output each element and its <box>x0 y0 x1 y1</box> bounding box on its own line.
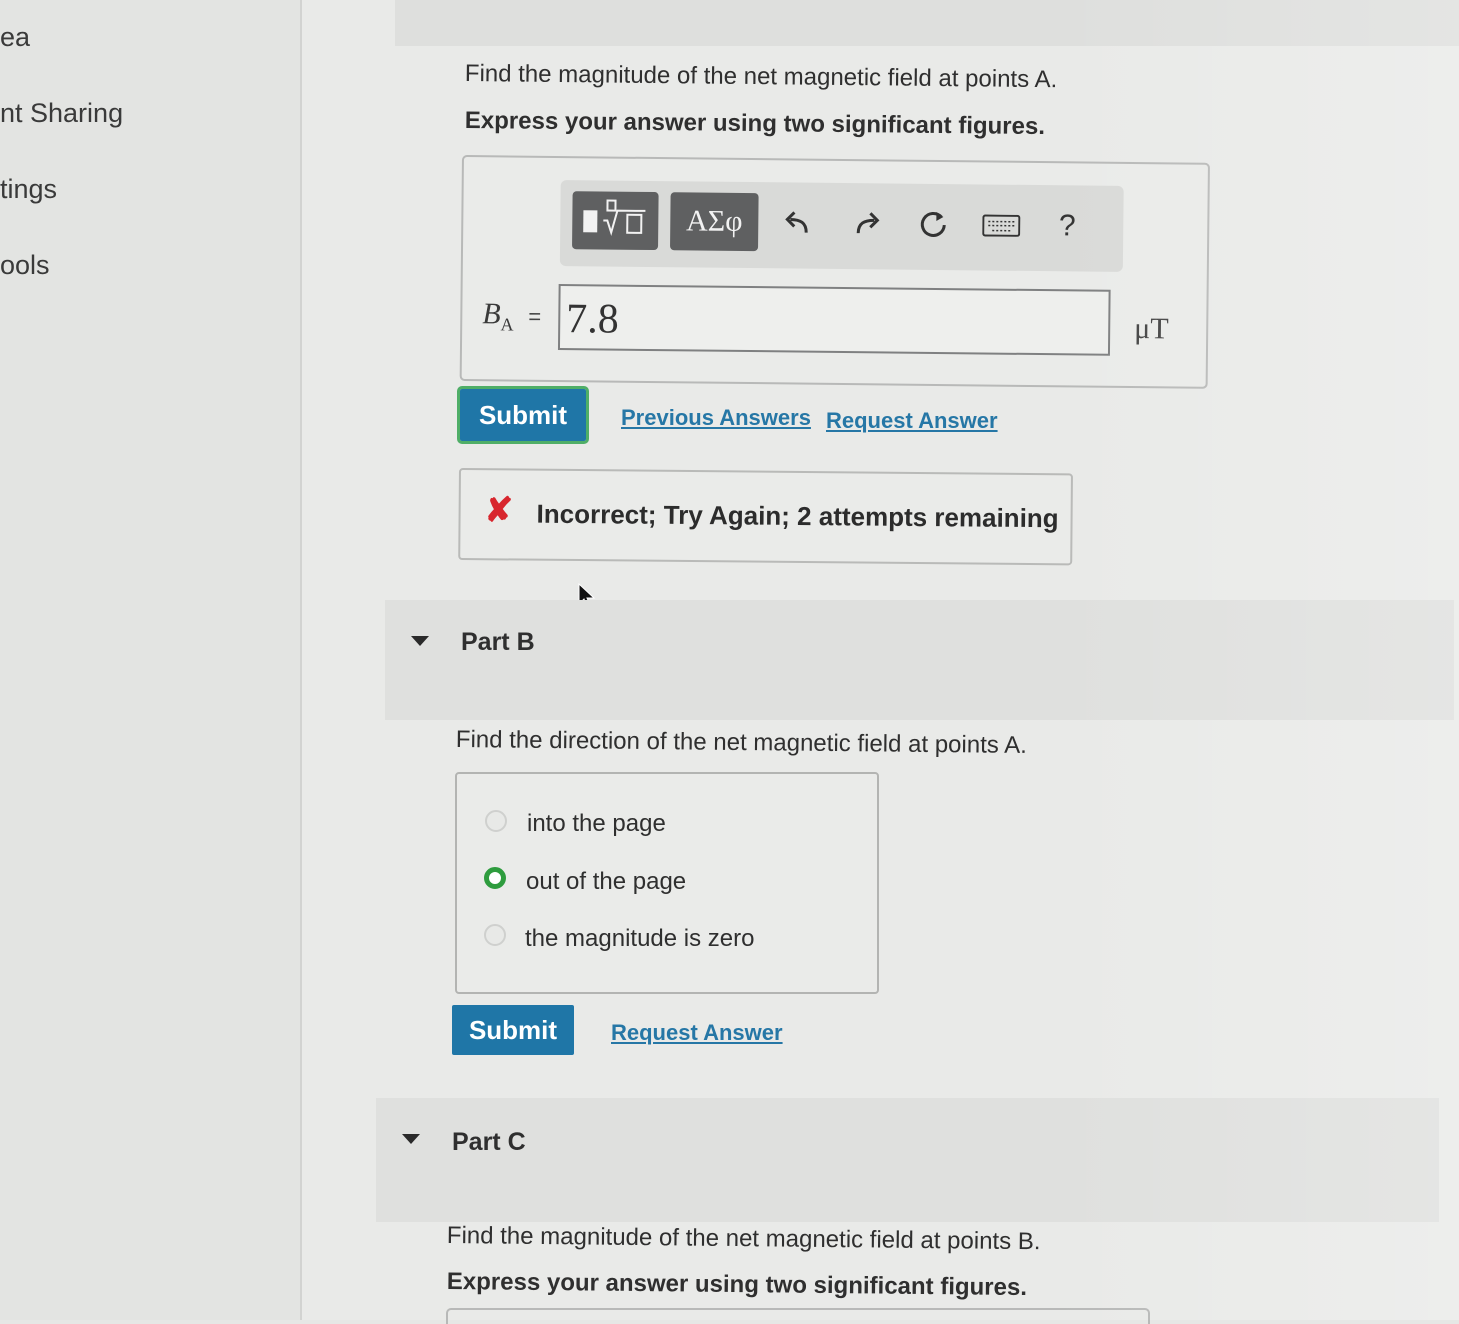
answer-box: ΑΣφ ? BA = 7.8 μT <box>459 155 1210 389</box>
choice-label-out-of-page[interactable]: out of the page <box>526 868 686 896</box>
sidebar-item-content-sharing[interactable]: nt Sharing <box>0 98 123 129</box>
request-answer-link-part-a[interactable]: Request Answer <box>826 408 998 434</box>
choice-list: into the page out of the page the magnit… <box>455 772 879 994</box>
radio-magnitude-zero[interactable] <box>484 924 506 946</box>
part-c-title: Part C <box>452 1128 526 1156</box>
choice-label-magnitude-zero[interactable]: the magnitude is zero <box>525 925 754 953</box>
math-toolbar: ΑΣφ ? <box>559 180 1124 272</box>
part-b-question: Find the direction of the net magnetic f… <box>455 726 1027 759</box>
radio-out-of-page[interactable] <box>484 867 506 889</box>
equals-sign: = <box>528 303 542 329</box>
submit-button-part-a[interactable]: Submit <box>457 386 589 444</box>
templates-button[interactable] <box>572 191 659 251</box>
keyboard-icon[interactable] <box>980 202 1022 248</box>
incorrect-x-icon: ✘ <box>484 491 514 530</box>
unit-label: μT <box>1134 312 1169 346</box>
variable-label: BA <box>482 297 514 335</box>
part-b-title: Part B <box>461 628 535 656</box>
help-button[interactable]: ? <box>1046 203 1088 249</box>
sidebar-item-settings[interactable]: tings <box>0 174 57 205</box>
answer-input[interactable]: 7.8 <box>557 284 1111 356</box>
sidebar-item-tools[interactable]: ools <box>0 250 50 281</box>
part-c-header[interactable]: Part C <box>376 1098 1439 1222</box>
sidebar-item-area[interactable]: ea <box>0 22 30 53</box>
top-strip <box>395 0 1459 46</box>
redo-icon[interactable] <box>846 201 888 247</box>
part-c-answer-box <box>446 1308 1150 1324</box>
reset-icon[interactable] <box>912 202 954 248</box>
sidebar: ea nt Sharing tings ools <box>0 0 302 1320</box>
undo-icon[interactable] <box>776 200 818 246</box>
part-b-header[interactable]: Part B <box>385 600 1454 720</box>
choice-label-into-page[interactable]: into the page <box>527 810 666 838</box>
radio-into-page[interactable] <box>485 810 507 832</box>
collapse-caret-icon[interactable] <box>411 636 429 646</box>
request-answer-link-part-b[interactable]: Request Answer <box>611 1020 783 1046</box>
feedback-text: Incorrect; Try Again; 2 attempts remaini… <box>536 498 1059 534</box>
submit-button-part-b[interactable]: Submit <box>452 1005 574 1055</box>
feedback-box: ✘ Incorrect; Try Again; 2 attempts remai… <box>458 468 1073 566</box>
collapse-caret-icon[interactable] <box>402 1134 420 1144</box>
symbols-button[interactable]: ΑΣφ <box>670 192 759 252</box>
fraction-sqrt-template-icon <box>579 196 652 246</box>
previous-answers-link[interactable]: Previous Answers <box>621 405 811 431</box>
